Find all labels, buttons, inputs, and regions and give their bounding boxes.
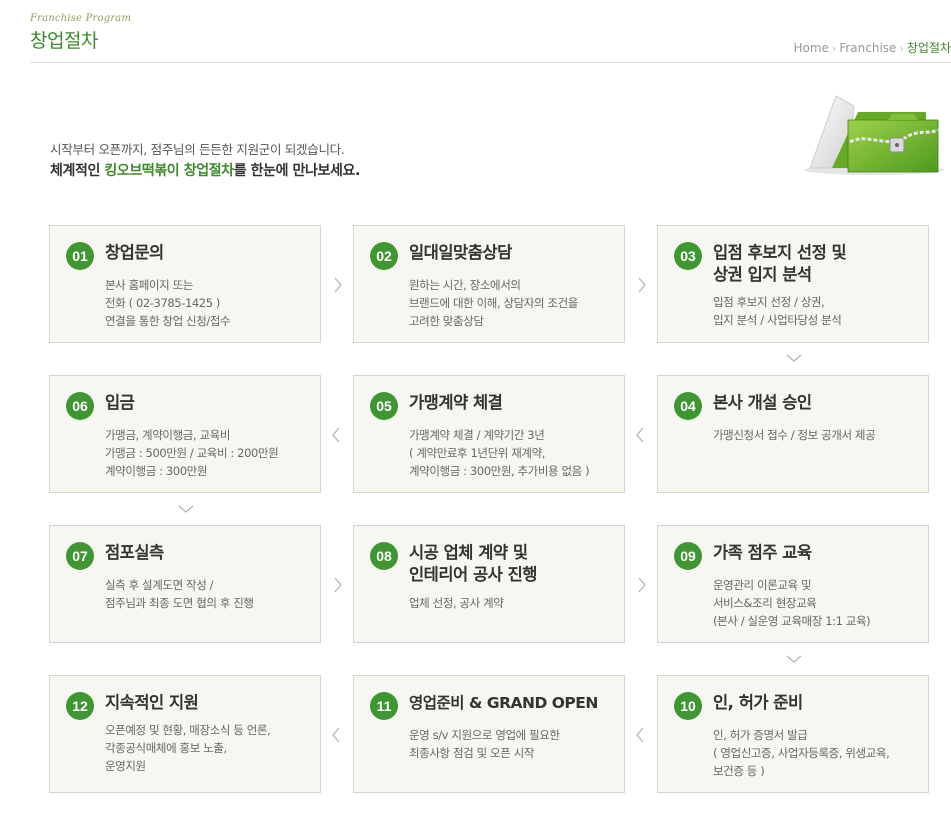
page-subtitle: Franchise Program <box>30 13 132 24</box>
intro-line-2-suffix: 를 한눈에 만나보세요. <box>233 163 361 179</box>
step-card-12: 12 지속적인 지원 오픈예정 및 현황, 매장소식 등 언론, 각종공식매체에… <box>49 675 321 793</box>
step-card-04: 04 본사 개설 승인 가맹신청서 접수 / 정보 공개서 제공 <box>657 375 929 493</box>
step-number-badge: 07 <box>66 542 94 570</box>
step-number-badge: 11 <box>370 692 398 720</box>
header-divider <box>30 62 951 63</box>
step-description: 원하는 시간, 장소에서의 브랜드에 대한 이해, 상담자의 조건을 고려한 맞… <box>409 278 578 328</box>
step-number-badge: 12 <box>66 692 94 720</box>
step-description: 운영 s/v 지원으로 영업에 필요한 최종사항 점검 및 오픈 시작 <box>409 728 560 760</box>
step-card-11: 11 영업준비 & GRAND OPEN 운영 s/v 지원으로 영업에 필요한… <box>353 675 625 793</box>
intro-line-2: 체계적인 킹오브떡볶이 창업절차를 한눈에 만나보세요. <box>50 160 360 180</box>
chevron-left-icon <box>330 425 342 445</box>
step-title: 창업문의 <box>105 243 164 262</box>
step-description: 인, 허가 증명서 발급 ( 영업신고증, 사업자등록증, 위생교육, 보건증 … <box>713 728 890 778</box>
step-description: 가맹금, 계약이행금, 교육비 가맹금 : 500만원 / 교육비 : 200만… <box>105 428 279 478</box>
step-description: 오픈예정 및 현황, 매장소식 등 언론, 각종공식매체에 홍보 노출, 운영지… <box>105 723 271 773</box>
step-title: 입금 <box>105 393 135 412</box>
step-number-badge: 08 <box>370 542 398 570</box>
step-card-01: 01 창업문의 본사 홈페이지 또는 전화 ( 02-3785-1425 ) 연… <box>49 225 321 343</box>
step-card-06: 06 입금 가맹금, 계약이행금, 교육비 가맹금 : 500만원 / 교육비 … <box>49 375 321 493</box>
step-title: 가맹계약 체결 <box>409 393 503 412</box>
chevron-right-icon <box>332 575 344 595</box>
step-description: 가맹신청서 접수 / 정보 공개서 제공 <box>713 428 876 442</box>
chevron-down-icon <box>784 352 804 364</box>
intro-line-1: 시작부터 오픈까지, 점주님의 든든한 지원군이 되겠습니다. <box>50 142 345 157</box>
page-header: Franchise Program 창업절차 Home › Franchise › 창업… <box>0 0 951 64</box>
step-title: 영업준비 & GRAND OPEN <box>409 694 598 712</box>
intro-line-2-prefix: 체계적인 <box>50 163 105 179</box>
step-number-badge: 05 <box>370 392 398 420</box>
step-title: 시공 업체 계약 및 인테리어 공사 진행 <box>409 543 537 584</box>
chevron-right-icon <box>636 275 648 295</box>
breadcrumb-franchise[interactable]: Franchise <box>839 41 896 55</box>
step-card-10: 10 인, 허가 준비 인, 허가 증명서 발급 ( 영업신고증, 사업자등록증… <box>657 675 929 793</box>
secured-folder-illustration <box>788 90 948 178</box>
step-number-badge: 04 <box>674 392 702 420</box>
step-title: 인, 허가 준비 <box>713 693 803 712</box>
breadcrumb-home[interactable]: Home <box>793 41 828 55</box>
step-number-badge: 06 <box>66 392 94 420</box>
step-description: 가맹계약 체결 / 계약기간 3년 ( 계약만료후 1년단위 재계약, 계약이행… <box>409 428 590 478</box>
step-title: 본사 개설 승인 <box>713 393 812 412</box>
chevron-right-icon <box>636 575 648 595</box>
breadcrumb-separator-icon: › <box>899 42 904 55</box>
step-card-07: 07 점포실측 실측 후 설계도면 작성 / 점주님과 최종 도면 협의 후 진… <box>49 525 321 643</box>
step-card-08: 08 시공 업체 계약 및 인테리어 공사 진행 업체 선정, 공사 계약 <box>353 525 625 643</box>
step-number-badge: 03 <box>674 242 702 270</box>
breadcrumb-separator-icon: › <box>831 42 837 55</box>
chevron-left-icon <box>330 725 342 745</box>
chevron-right-icon <box>332 275 344 295</box>
chevron-left-icon <box>634 425 646 445</box>
step-description: 실측 후 설계도면 작성 / 점주님과 최종 도면 협의 후 진행 <box>105 578 254 610</box>
step-card-02: 02 일대일맞춤상담 원하는 시간, 장소에서의 브랜드에 대한 이해, 상담자… <box>353 225 625 343</box>
step-title: 점포실측 <box>105 543 164 562</box>
intro-highlight: 킹오브떡볶이 창업절차 <box>104 163 234 179</box>
breadcrumb-current: 창업절차 <box>906 41 951 55</box>
step-description: 본사 홈페이지 또는 전화 ( 02-3785-1425 ) 연결을 통한 창업… <box>105 278 231 328</box>
step-number-badge: 02 <box>370 242 398 270</box>
breadcrumb: Home › Franchise › 창업절차 <box>793 39 951 56</box>
step-card-09: 09 가족 점주 교육 운영관리 이론교육 및 서비스&조리 현장교육 (본사 … <box>657 525 929 643</box>
step-title: 입점 후보지 선정 및 상권 입지 분석 <box>713 243 847 284</box>
step-number-badge: 01 <box>66 242 94 270</box>
step-description: 업체 선정, 공사 계약 <box>409 596 504 610</box>
step-number-badge: 10 <box>674 692 702 720</box>
chevron-down-icon <box>176 503 196 515</box>
step-description: 운영관리 이론교육 및 서비스&조리 현장교육 (본사 / 실운영 교육매장 1… <box>713 578 871 628</box>
step-card-03: 03 입점 후보지 선정 및 상권 입지 분석 입점 후보지 선정 / 상권, … <box>657 225 929 343</box>
page-title: 창업절차 <box>30 30 98 52</box>
step-title: 지속적인 지원 <box>105 693 199 712</box>
step-title: 일대일맞춤상담 <box>409 243 512 262</box>
chevron-down-icon <box>784 653 804 665</box>
step-number-badge: 09 <box>674 542 702 570</box>
step-description: 입점 후보지 선정 / 상권, 입지 분석 / 사업타당성 분석 <box>713 295 842 327</box>
step-title: 가족 점주 교육 <box>713 543 812 562</box>
step-card-05: 05 가맹계약 체결 가맹계약 체결 / 계약기간 3년 ( 계약만료후 1년단… <box>353 375 625 493</box>
chevron-left-icon <box>634 725 646 745</box>
